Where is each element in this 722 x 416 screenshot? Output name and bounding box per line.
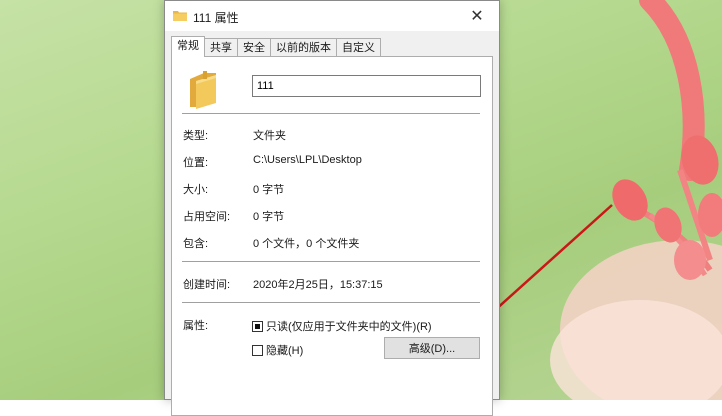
created-value: 2020年2月25日，15:37:15 (253, 279, 383, 291)
type-value: 文件夹 (253, 130, 286, 142)
title-bar: 111 属性 ✕ (165, 1, 499, 31)
large-folder-icon (190, 71, 216, 109)
location-value: C:\Users\LPL\Desktop (253, 154, 362, 166)
tab-previous-versions[interactable]: 以前的版本 (270, 38, 337, 57)
general-tab-panel: 类型: 文件夹 位置: C:\Users\LPL\Desktop 大小: 0 字… (171, 56, 493, 416)
tab-strip: 常规 共享 安全 以前的版本 自定义 (171, 36, 381, 57)
folder-name-input[interactable] (252, 75, 481, 97)
size-on-disk-label: 占用空间: (183, 211, 231, 223)
window-title: 111 属性 (193, 11, 239, 25)
separator (182, 261, 480, 262)
created-label: 创建时间: (183, 279, 231, 291)
location-label: 位置: (183, 157, 209, 169)
readonly-checkbox-label: 只读(仅应用于文件夹中的文件)(R) (266, 321, 432, 333)
tab-customize[interactable]: 自定义 (336, 38, 381, 57)
tab-security[interactable]: 安全 (237, 38, 271, 57)
separator (182, 113, 480, 114)
hidden-checkbox-box[interactable] (252, 344, 263, 356)
attributes-label: 属性: (183, 320, 209, 332)
hidden-checkbox-label: 隐藏(H) (266, 345, 304, 357)
tab-general[interactable]: 常规 (171, 36, 205, 57)
close-button[interactable]: ✕ (455, 1, 499, 31)
contains-value: 0 个文件，0 个文件夹 (253, 238, 360, 250)
tab-sharing[interactable]: 共享 (204, 38, 238, 57)
readonly-checkbox[interactable]: 只读(仅应用于文件夹中的文件)(R) (252, 318, 432, 334)
contains-label: 包含: (183, 238, 209, 250)
size-label: 大小: (183, 184, 209, 196)
folder-icon (173, 11, 187, 21)
size-value: 0 字节 (253, 184, 285, 196)
readonly-checkbox-box[interactable] (252, 320, 263, 332)
hidden-checkbox[interactable]: 隐藏(H) (252, 342, 303, 358)
type-label: 类型: (183, 130, 209, 142)
advanced-button[interactable]: 高级(D)... (384, 337, 480, 359)
size-on-disk-value: 0 字节 (253, 211, 285, 223)
properties-dialog: 111 属性 ✕ 常规 共享 安全 以前的版本 自定义 类型: 文件夹 位置: … (164, 0, 500, 416)
separator (182, 302, 480, 303)
